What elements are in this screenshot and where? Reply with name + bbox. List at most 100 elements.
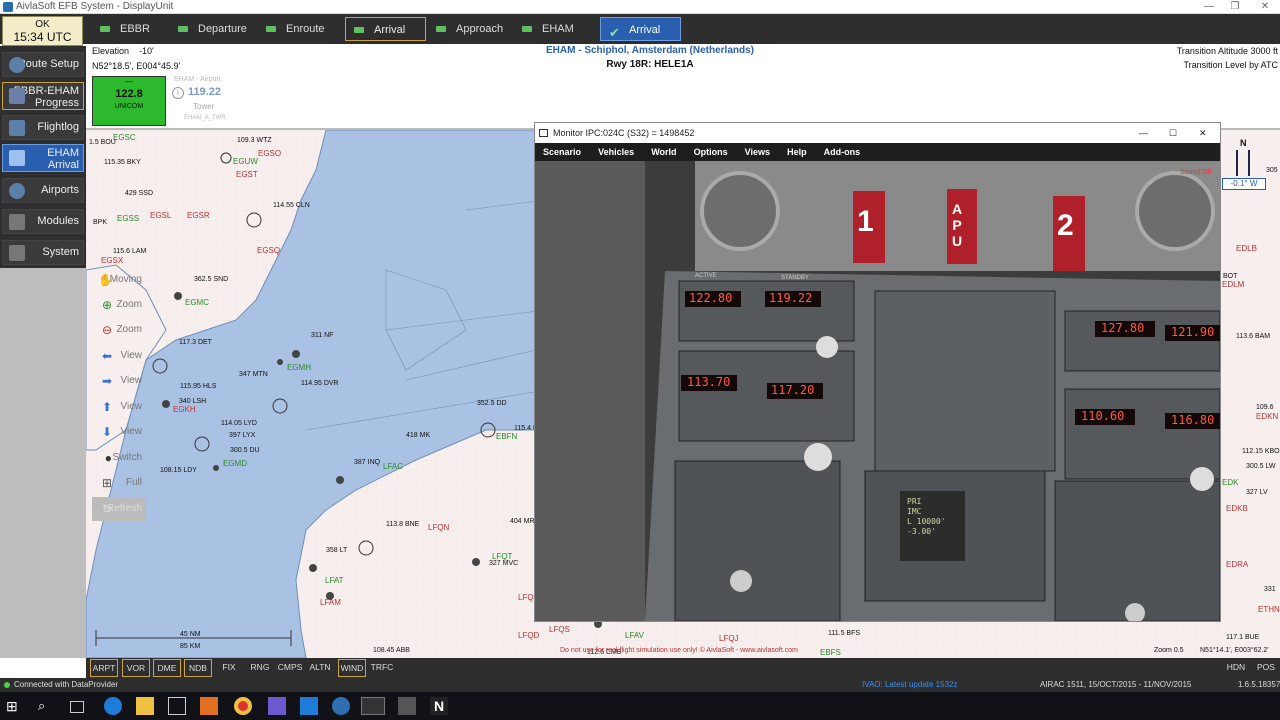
chrome-icon[interactable] (234, 697, 252, 715)
filter-trfc-button[interactable]: TRFC (368, 659, 396, 677)
tower-freq[interactable]: 119.22 (188, 86, 221, 98)
file-explorer-icon[interactable] (136, 697, 154, 715)
minimize-icon[interactable]: — (1196, 0, 1222, 14)
prepar3d-icon[interactable] (361, 697, 385, 715)
view-left-button[interactable]: ⬅ View (92, 344, 146, 368)
fire-handle-apu[interactable]: APU (949, 201, 965, 249)
sidebar-item-eham-arrival[interactable]: EHAM Arrival (2, 144, 84, 172)
menu-options[interactable]: Options (694, 143, 728, 161)
filter-cmps-button[interactable]: CMPS (276, 659, 304, 677)
filter-wind-button[interactable]: WIND (338, 659, 366, 677)
close-icon[interactable]: ✕ (1252, 0, 1278, 14)
globe-icon (9, 182, 25, 199)
map-label: EGKH (173, 405, 196, 414)
sidebar-item-route-setup[interactable]: Route Setup (2, 52, 84, 77)
filter-ndb-button[interactable]: NDB (184, 659, 212, 677)
full-button[interactable]: ⊞ Full (92, 471, 146, 495)
pos-button[interactable]: POS (1252, 659, 1280, 677)
windows-start-icon[interactable]: ⊞ (6, 697, 24, 715)
cockpit-view[interactable]: Sound Off 1 APU 2 ACTIVE STANDBY 122.80 … (535, 161, 1220, 621)
unicom-frequency[interactable]: — 122.8 UNICOM (92, 76, 166, 126)
map-label: EGSS (117, 214, 140, 223)
map-label: EDK (1222, 478, 1239, 487)
checkmark-icon: ✔ (609, 25, 620, 40)
menu-world[interactable]: World (651, 143, 676, 161)
app-icon-4[interactable] (398, 697, 416, 715)
connection-led-icon (4, 682, 10, 688)
task-view-icon[interactable] (70, 701, 84, 713)
menu-vehicles[interactable]: Vehicles (598, 143, 634, 161)
view-down-button[interactable]: ⬇ View (92, 420, 146, 444)
filter-vor-button[interactable]: VOR (122, 659, 150, 677)
map-label: 114.55 CLN (273, 202, 310, 209)
status-led-icon (436, 26, 446, 32)
search-icon[interactable]: ⌕ (38, 697, 56, 715)
app-icon-3[interactable] (332, 697, 350, 715)
map-label: 327 LV (1246, 489, 1268, 496)
media-icon[interactable] (200, 697, 218, 715)
map-label: LFAC (383, 462, 404, 471)
map-label: LFQS (549, 625, 570, 634)
monitor-minimize-icon[interactable]: — (1139, 123, 1148, 143)
map-label: 362.5 SND (194, 276, 229, 283)
map-label: 114.05 LYD (221, 420, 257, 427)
status-led-icon (354, 27, 364, 33)
switch-button[interactable]: ● Switch (92, 446, 146, 470)
map-label: EGSC (113, 133, 136, 142)
tab-enroute[interactable]: Enroute (258, 17, 342, 41)
map-moving-button[interactable]: ✋ Moving (92, 268, 146, 292)
filter-altn-button[interactable]: ALTN (306, 659, 334, 677)
map-label: 300.5 DU (230, 447, 260, 454)
sidebar-item-system[interactable]: System (2, 240, 84, 265)
map-label: BPK (93, 219, 108, 226)
store-icon[interactable] (168, 697, 186, 715)
menu-addons[interactable]: Add-ons (824, 143, 861, 161)
nav1-active-freq: 122.80 (689, 291, 733, 305)
sidebar-item-modules[interactable]: Modules (2, 209, 84, 234)
fire-handle-1[interactable]: 1 (857, 205, 874, 239)
tab-ebbr[interactable]: EBBR (92, 17, 170, 41)
filter-fix-button[interactable]: FIX (215, 659, 243, 677)
refresh-button[interactable]: ↻ Refresh (92, 497, 146, 521)
info-icon[interactable]: i (172, 87, 184, 99)
tab-departure[interactable]: Departure (170, 17, 254, 41)
scale-nm: 45 NM (180, 631, 201, 638)
maximize-icon[interactable]: ❐ (1222, 0, 1248, 14)
tab-eham[interactable]: EHAM (514, 17, 598, 41)
menu-views[interactable]: Views (745, 143, 770, 161)
monitor-maximize-icon[interactable]: ☐ (1169, 123, 1177, 143)
filter-rng-button[interactable]: RNG (246, 659, 274, 677)
monitor-title: Monitor IPC:024C (S32) = 1498452 (553, 128, 695, 138)
filter-arpt-button[interactable]: ARPT (90, 659, 118, 677)
view-right-button[interactable]: ➡ View (92, 369, 146, 393)
hdn-button[interactable]: HDN (1222, 659, 1250, 677)
app-icon-5[interactable]: N (430, 697, 448, 715)
filter-dme-button[interactable]: DME (153, 659, 181, 677)
zoom-out-button[interactable]: ⊖ Zoom (92, 318, 146, 342)
arrow-left-icon: ⬅ (101, 349, 112, 363)
hand-icon: ✋ (98, 273, 113, 287)
sidebar-item-progress[interactable]: EBBR-EHAM Progress (2, 82, 84, 110)
modules-icon (9, 213, 25, 230)
view-up-button[interactable]: ⬆ View (92, 395, 146, 419)
map-label: EDKN (1256, 412, 1279, 421)
menu-scenario[interactable]: Scenario (543, 143, 581, 161)
status-led-icon (522, 26, 532, 32)
menu-help[interactable]: Help (787, 143, 807, 161)
map-label: EDLB (1236, 244, 1257, 253)
sidebar-item-flightlog[interactable]: Flightlog (2, 115, 84, 140)
sidebar-item-airports[interactable]: Airports (2, 178, 84, 203)
fire-handle-2[interactable]: 2 (1057, 209, 1074, 243)
monitor-close-icon[interactable]: ✕ (1199, 123, 1207, 143)
tab-arrival[interactable]: Arrival (345, 17, 426, 41)
zoom-out-icon: ⊖ (101, 323, 112, 337)
map-label: ETHN (1258, 605, 1280, 614)
transition-altitude: Transition Altitude 3000 ft (1176, 46, 1278, 56)
tab-eham-arrival[interactable]: ✔ Arrival (600, 17, 681, 41)
app-icon-2[interactable] (300, 697, 318, 715)
tab-approach[interactable]: Approach (428, 17, 512, 41)
app-icon-1[interactable] (268, 697, 286, 715)
map-label: 331 (1264, 586, 1276, 593)
edge-icon[interactable] (104, 697, 122, 715)
zoom-in-button[interactable]: ⊕ Zoom (92, 293, 146, 317)
